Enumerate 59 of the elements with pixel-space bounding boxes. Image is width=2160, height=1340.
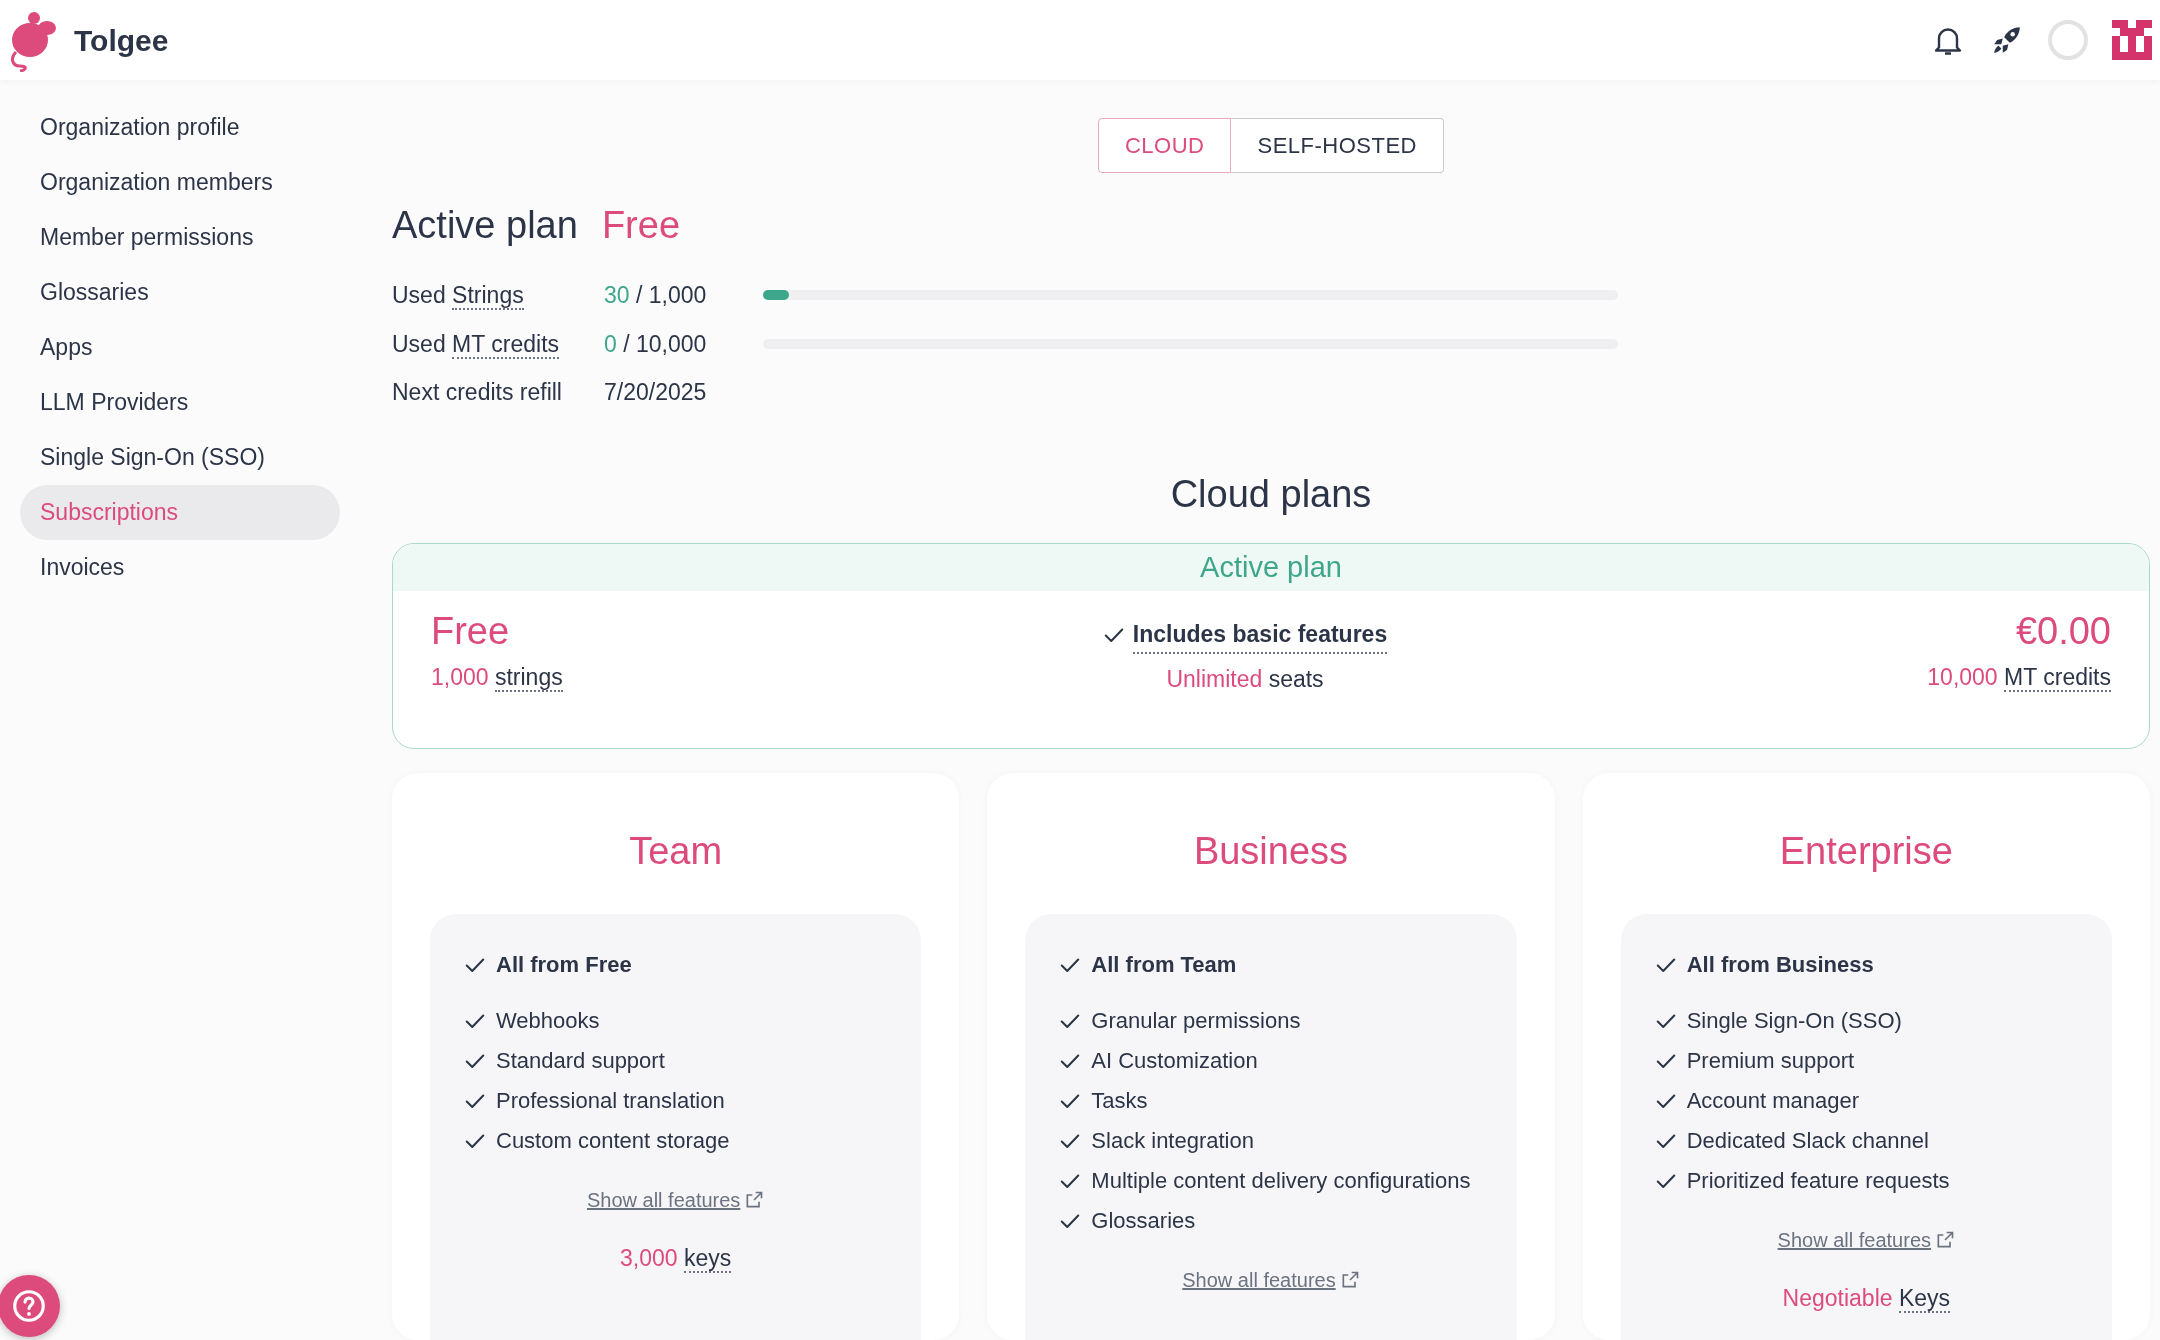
app-name: Tolgee (74, 22, 169, 59)
plan-price: €0.00 (2014, 609, 2111, 654)
feature-text: Single Sign-On (SSO) (1686, 1007, 1902, 1035)
sidebar-item[interactable]: Organization profile (20, 100, 340, 155)
feature-text: Professional translation (496, 1087, 725, 1115)
feature-text: Dedicated Slack channel (1686, 1127, 1929, 1155)
usage-count: 30 / 1,000 (604, 281, 708, 310)
sidebar-item[interactable]: Member permissions (20, 210, 340, 265)
sidebar-item[interactable]: Organization members (20, 155, 340, 210)
help-button[interactable] (0, 1275, 60, 1337)
show-all-features-link[interactable]: Show all features (1182, 1265, 1360, 1295)
feature-text: All from Free (496, 951, 632, 979)
active-plan-banner: Active plan (393, 543, 2149, 591)
feature-text: All from Business (1686, 951, 1874, 979)
plan-title: Business (1192, 829, 1350, 874)
feature-text: Custom content storage (496, 1127, 730, 1155)
help-icon (10, 1287, 48, 1325)
section-heading: Cloud plans (1169, 471, 1373, 517)
plan-limit: Negotiable Keys (1781, 1283, 1952, 1315)
show-all-features-link[interactable]: Show all features (1777, 1225, 1956, 1255)
sidebar-item[interactable]: Apps (20, 320, 340, 375)
feature-text: Account manager (1686, 1087, 1860, 1115)
feature-text: AI Customization (1091, 1047, 1258, 1075)
section-heading: Active plan (392, 203, 578, 248)
sidebar-item[interactable]: Glossaries (20, 265, 340, 320)
feature-text: Premium support (1686, 1047, 1855, 1075)
feature-text: Standard support (496, 1047, 665, 1075)
feature-text: Glossaries (1091, 1207, 1196, 1235)
plan-name: Free (601, 203, 681, 248)
sidebar-item[interactable]: Single Sign-On (SSO) (20, 430, 340, 485)
show-all-features-link[interactable]: Show all features (586, 1185, 765, 1215)
feature-text: Prioritized feature requests (1686, 1167, 1950, 1195)
credits-text: 10,000 MT credits (1927, 663, 2111, 694)
plan-name: Free (431, 609, 511, 654)
external-link-icon (744, 1190, 765, 1210)
usage-count: 0 / 10,000 (604, 329, 708, 359)
plan-type-tab[interactable]: SELF-HOSTED (1231, 118, 1444, 173)
feature-text: Webhooks (496, 1007, 600, 1035)
sidebar-item[interactable]: Invoices (20, 540, 340, 595)
sidebar-item[interactable]: LLM Providers (20, 375, 340, 430)
feature-text: All from Team (1091, 951, 1237, 979)
usage-label: Used Strings (392, 281, 525, 312)
plan-title: Team (628, 829, 724, 874)
seats-text: Unlimited seats (1165, 664, 1325, 694)
feature-text: Includes basic features (1132, 617, 1388, 654)
usage-label: Used MT credits (392, 329, 561, 361)
plan-type-tab[interactable]: CLOUD (1097, 118, 1232, 173)
avatar-icon[interactable] (2112, 20, 2152, 60)
feature-text: Tasks (1091, 1087, 1148, 1115)
refill-date: 7/20/2025 (604, 378, 708, 407)
feature-text: Granular permissions (1091, 1007, 1301, 1035)
refill-label: Next credits refill (392, 378, 563, 407)
plan-limit: 3,000 keys (619, 1243, 733, 1275)
plan-title: Enterprise (1778, 829, 1954, 874)
plan-amount: 1,000 strings (431, 663, 563, 694)
feature-text: Slack integration (1091, 1127, 1254, 1155)
external-link-icon (1935, 1230, 1956, 1250)
loading-spinner (2048, 20, 2088, 60)
feature-text: Multiple content delivery configurations (1091, 1167, 1471, 1195)
